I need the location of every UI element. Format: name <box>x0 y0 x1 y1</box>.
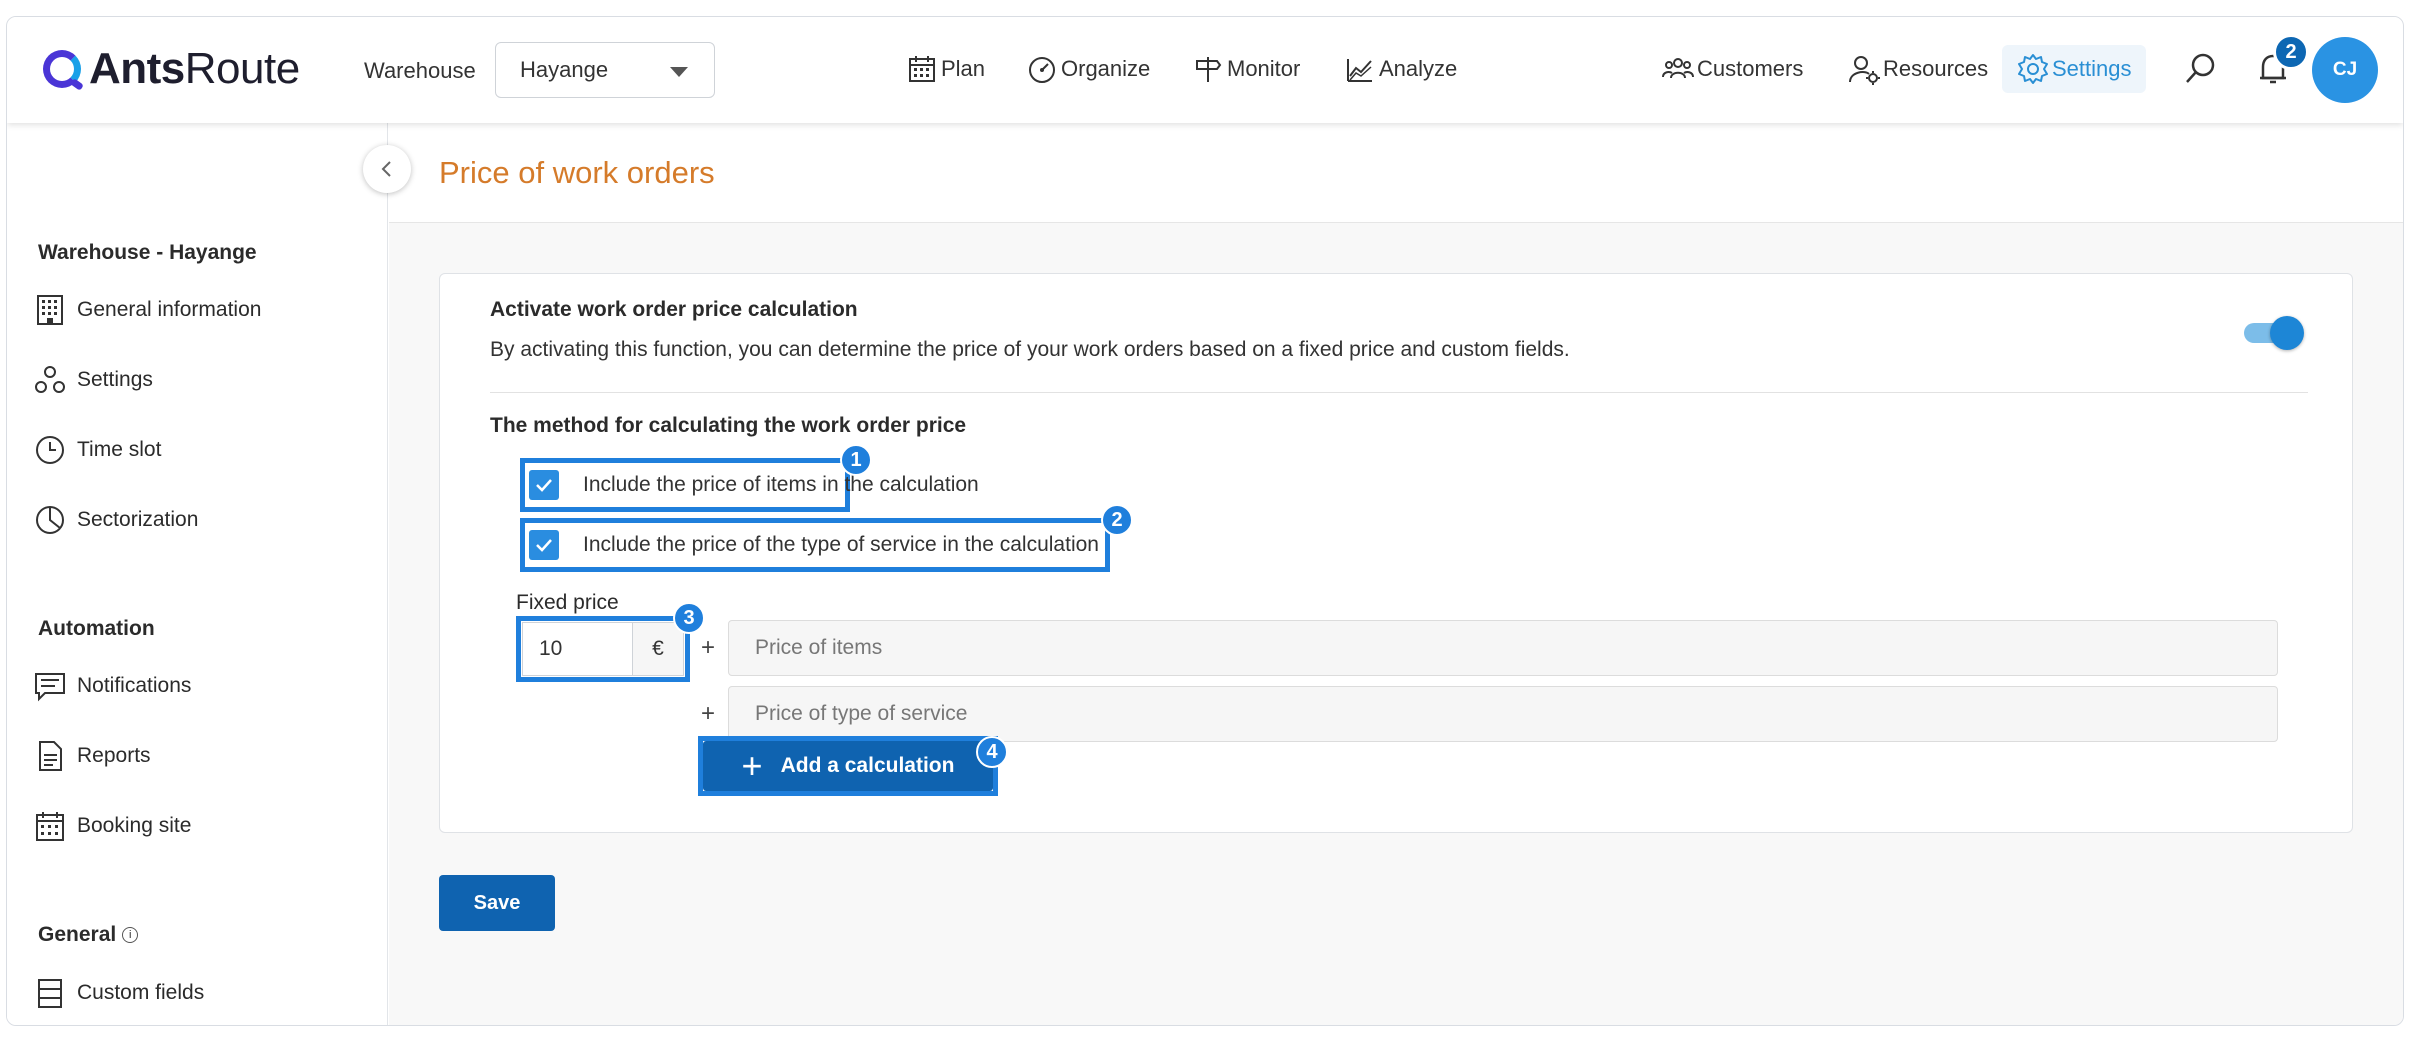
warehouse-label: Warehouse <box>364 58 476 83</box>
gear-icon <box>2018 54 2048 84</box>
method-title: The method for calculating the work orde… <box>490 414 967 437</box>
annotation-badge-2: 2 <box>1101 504 1133 536</box>
sidebar-item-label: Sectorization <box>77 508 199 531</box>
nav-resources[interactable]: Resources <box>1833 45 2002 93</box>
logo-icon <box>43 50 81 88</box>
nav-customers-label: Customers <box>1697 56 1804 81</box>
sidebar-section-general: General i <box>38 923 139 947</box>
nav-monitor-label: Monitor <box>1227 56 1301 81</box>
signpost-icon <box>1196 57 1222 82</box>
info-icon[interactable]: i <box>122 927 139 944</box>
customers-icon <box>1662 58 1694 79</box>
nav-plan-label: Plan <box>941 56 986 81</box>
toggle-knob <box>2270 316 2304 350</box>
nav-customers[interactable]: Customers <box>1647 45 1817 93</box>
table-icon <box>38 979 62 1008</box>
check-icon <box>536 479 552 492</box>
check-icon <box>536 539 552 552</box>
search-icon <box>2186 53 2215 83</box>
sidebar-item-label: Notifications <box>77 674 192 697</box>
sidebar-section-automation: Automation <box>38 617 155 640</box>
sidebar-item-label: Custom fields <box>77 981 205 1004</box>
chart-icon <box>1347 59 1372 82</box>
document-icon <box>39 741 62 771</box>
highlight-box-3 <box>516 616 690 682</box>
nav-settings[interactable]: Settings <box>2002 45 2146 93</box>
nav-organize-label: Organize <box>1061 56 1151 81</box>
include-items-label: Include the price of items in the calcul… <box>583 473 979 496</box>
activate-title: Activate work order price calculation <box>490 298 858 321</box>
plus-sign: + <box>701 700 716 727</box>
price-of-items-field[interactable]: Price of items <box>728 620 2278 676</box>
include-items-checkbox[interactable] <box>529 470 559 500</box>
nav-monitor[interactable]: Monitor <box>1193 49 1300 89</box>
user-gear-icon <box>1849 56 1880 85</box>
logo-text-light: Route <box>184 44 300 93</box>
antsroute-logo[interactable]: AntsRoute <box>43 44 300 93</box>
calendar-icon <box>909 56 935 82</box>
add-calculation-button[interactable]: + Add a calculation <box>703 741 993 791</box>
activate-description: By activating this function, you can det… <box>490 338 1570 361</box>
pie-chart-icon <box>36 506 64 534</box>
sidebar-item-label: General information <box>77 298 262 321</box>
price-settings-card: Activate work order price calculation By… <box>439 273 2353 833</box>
clock-icon <box>36 436 64 464</box>
page-title: Price of work orders <box>439 155 715 190</box>
annotation-badge-3: 3 <box>673 602 705 634</box>
nav-organize[interactable]: Organize <box>1027 49 1150 89</box>
main-content: Price of work orders Activate work order… <box>389 123 2403 1025</box>
sidebar-item-reports[interactable]: Reports <box>33 736 151 776</box>
chevron-down-icon <box>670 67 688 77</box>
building-icon <box>37 295 63 325</box>
calendar-icon <box>36 812 64 841</box>
sidebar-item-time-slot[interactable]: Time slot <box>33 430 161 470</box>
top-bar: AntsRoute Warehouse Hayange Plan Organiz… <box>7 17 2403 123</box>
collapse-sidebar-button[interactable] <box>363 145 411 193</box>
app-window: AntsRoute Warehouse Hayange Plan Organiz… <box>6 16 2404 1026</box>
sidebar: Warehouse - Hayange General information … <box>7 123 388 1025</box>
include-service-checkbox[interactable] <box>529 530 559 560</box>
sidebar-item-label: Booking site <box>77 814 192 837</box>
logo-text-bold: Ants <box>89 44 185 93</box>
sidebar-item-label: Settings <box>77 368 153 391</box>
sidebar-item-label: Reports <box>77 744 151 767</box>
sidebar-item-custom-fields[interactable]: Custom fields <box>33 973 204 1013</box>
page-header: Price of work orders <box>389 123 2403 223</box>
warehouse-select-value: Hayange <box>520 57 609 82</box>
nav-analyze[interactable]: Analyze <box>1345 49 1457 89</box>
annotation-badge-4: 4 <box>976 736 1008 768</box>
notification-badge: 2 <box>2273 34 2309 70</box>
include-service-label: Include the price of the type of service… <box>583 533 1099 556</box>
warehouse-select[interactable]: Hayange <box>495 42 715 98</box>
nav-resources-label: Resources <box>1883 56 1989 81</box>
nav-settings-label: Settings <box>2052 56 2132 81</box>
chevron-left-icon <box>381 161 391 177</box>
nav-analyze-label: Analyze <box>1379 56 1458 81</box>
annotation-badge-1: 1 <box>840 444 872 476</box>
search-button[interactable] <box>2179 47 2223 91</box>
sidebar-item-sectorization[interactable]: Sectorization <box>33 500 198 540</box>
divider <box>490 392 2308 393</box>
sidebar-section-warehouse: Warehouse - Hayange <box>38 241 257 264</box>
plus-sign: + <box>701 634 716 661</box>
message-icon <box>35 673 65 702</box>
save-button[interactable]: Save <box>439 875 555 931</box>
gauge-icon <box>1029 57 1055 83</box>
include-service-checkbox-row[interactable]: Include the price of the type of service… <box>529 530 1099 560</box>
plus-icon: + <box>741 745 763 786</box>
activate-toggle[interactable] <box>2244 316 2304 350</box>
avatar[interactable]: CJ <box>2312 37 2378 103</box>
nav-plan[interactable]: Plan <box>907 49 985 89</box>
gears-icon <box>35 366 65 393</box>
price-of-service-field[interactable]: Price of type of service <box>728 686 2278 742</box>
sidebar-item-general-information[interactable]: General information <box>33 290 261 330</box>
sidebar-item-notifications[interactable]: Notifications <box>33 666 191 706</box>
add-calculation-label: Add a calculation <box>780 754 955 777</box>
sidebar-item-label: Time slot <box>77 438 162 461</box>
sidebar-item-settings[interactable]: Settings <box>33 360 153 400</box>
fixed-price-label: Fixed price <box>516 591 619 614</box>
include-items-checkbox-row[interactable]: Include the price of items in the calcul… <box>529 470 979 500</box>
sidebar-section-general-label: General <box>38 923 117 946</box>
sidebar-item-booking-site[interactable]: Booking site <box>33 806 191 846</box>
